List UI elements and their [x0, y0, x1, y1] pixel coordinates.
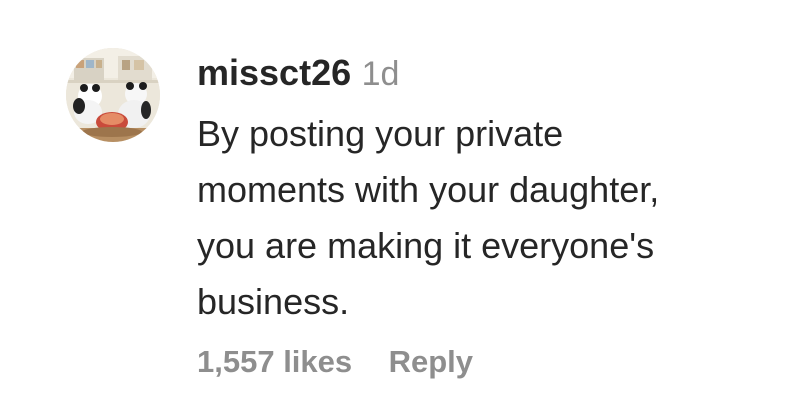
comment-text-line-4: business.	[197, 281, 350, 322]
username-link[interactable]: missct26	[197, 52, 351, 93]
avatar[interactable]	[66, 48, 160, 142]
comment-timestamp: 1d	[361, 55, 400, 93]
likes-count-link[interactable]: 1,557 likes	[197, 344, 352, 379]
comment-text-line-2: moments with your daughter,	[197, 169, 660, 210]
profile-photo-icon	[66, 48, 160, 142]
comment-text-line-1: By posting your private	[197, 113, 564, 154]
reply-button[interactable]: Reply	[389, 344, 473, 379]
comment-text-line-3: you are making it everyone's	[197, 225, 655, 266]
comment-actions: 1,557 likes Reply	[197, 338, 473, 392]
comment-header: missct26 1d	[197, 49, 399, 105]
comment-body: By posting your private moments with you…	[197, 106, 717, 330]
comment: missct26 1d By posting your private mome…	[0, 0, 800, 403]
